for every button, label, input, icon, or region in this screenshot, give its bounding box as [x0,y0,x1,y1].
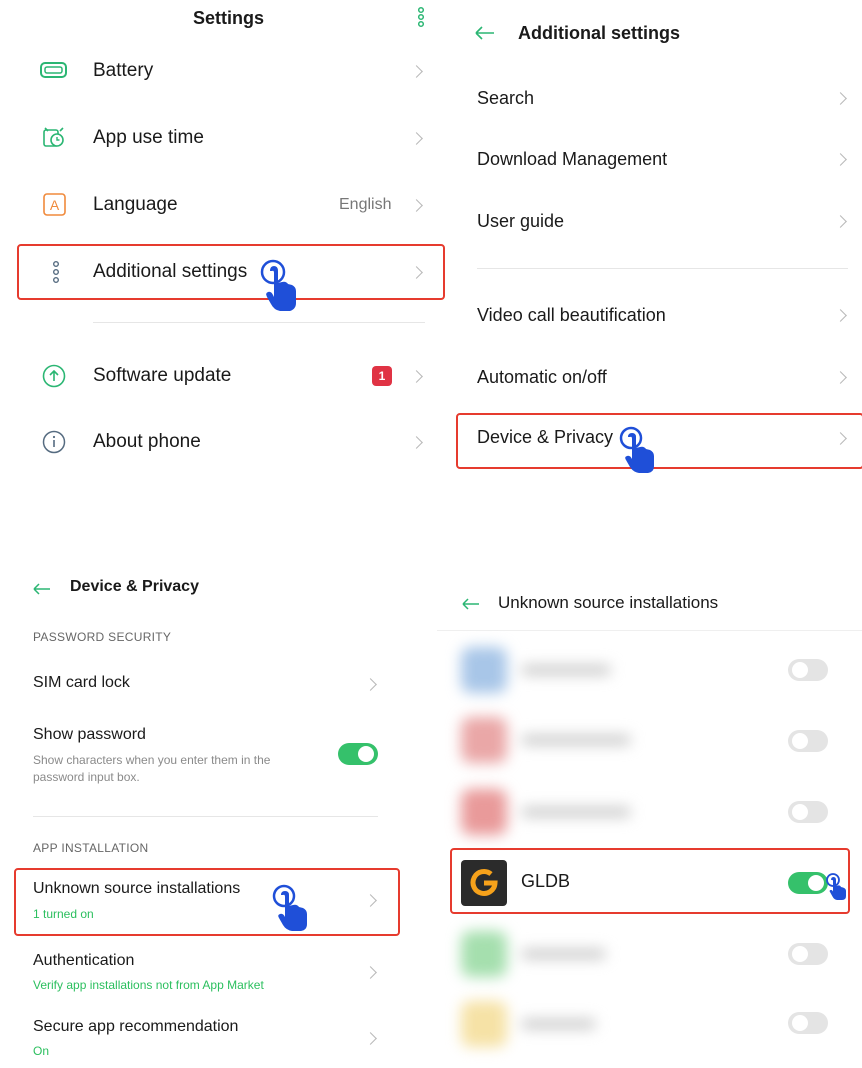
app-toggle[interactable] [788,1012,828,1034]
upload-icon [42,364,66,388]
chevron-right-icon [410,436,423,449]
show-password-toggle[interactable] [338,743,378,765]
divider [437,630,862,631]
settings-item-label: Software update [93,365,232,386]
sim-card-lock-item[interactable]: SIM card lock [0,664,410,704]
menu-item-label: Automatic on/off [477,367,607,387]
settings-item-label: App use time [93,127,204,148]
secure-app-recommendation-label: Secure app recommendation [33,1018,239,1035]
tap-hand-icon [619,426,654,473]
chevron-right-icon [410,132,423,145]
app-toggle[interactable] [788,730,828,752]
divider [93,322,425,323]
highlight-box [17,244,445,300]
settings-item-battery[interactable]: Battery [0,46,452,96]
chevron-right-icon [410,65,423,78]
settings-item-about-phone[interactable]: About phone [0,416,452,468]
chevron-right-icon [834,92,847,105]
tap-hand-icon [826,873,846,900]
app-toggle[interactable] [788,801,828,823]
menu-item-video-call-beautification[interactable]: Video call beautification [452,294,862,338]
menu-item-download-management[interactable]: Download Management [452,138,862,182]
language-icon: A [43,193,66,216]
page-title: Unknown source installations [498,593,719,612]
back-arrow-icon[interactable] [461,596,483,612]
menu-item-search[interactable]: Search [452,76,862,120]
show-password-description: Show characters when you enter them in t… [33,753,271,784]
clock-icon [43,127,64,147]
menu-item-label: Video call beautification [477,305,666,325]
info-icon [42,430,66,454]
language-value: English [339,196,392,213]
tap-hand-icon [260,259,296,311]
app-toggle[interactable] [788,659,828,681]
update-count-badge: 1 [372,366,392,386]
show-password-label: Show password [33,726,146,743]
settings-item-label: Language [93,194,178,215]
settings-item-label: Battery [93,60,154,81]
chevron-right-icon [410,199,423,212]
settings-item-label: About phone [93,431,201,452]
settings-panel: Settings Battery App use time A Language [0,0,452,478]
secure-app-recommendation-item[interactable]: Secure app recommendation On [0,1012,410,1064]
tap-hand-icon [272,884,307,931]
secure-app-recommendation-status: On [33,1044,50,1058]
menu-item-user-guide[interactable]: User guide [452,200,862,244]
additional-settings-panel: Additional settings Search Download Mana… [452,0,862,478]
chevron-right-icon [834,309,847,322]
authentication-item[interactable]: Authentication Verify app installations … [0,946,410,998]
chevron-right-icon [834,371,847,384]
page-title: Additional settings [518,23,680,43]
divider [477,268,848,269]
chevron-right-icon [364,678,377,691]
show-password-item: Show password Show characters when you e… [0,720,410,792]
back-arrow-icon[interactable] [32,581,54,597]
settings-item-app-use-time[interactable]: App use time [0,112,452,164]
svg-text:A: A [50,197,60,213]
unknown-source-installations-panel: Unknown source installations GLDB [437,570,862,1068]
battery-icon [40,62,67,78]
chevron-right-icon [364,966,377,979]
page-title: Settings [193,8,265,28]
chevron-right-icon [364,1032,377,1045]
section-header-password-security: PASSWORD SECURITY [33,630,172,644]
page-title: Device & Privacy [70,578,199,595]
highlight-box [14,868,400,936]
authentication-description: Verify app installations not from App Ma… [33,978,264,992]
chevron-right-icon [834,215,847,228]
back-arrow-icon[interactable] [474,25,496,41]
chevron-right-icon [410,370,423,383]
menu-item-automatic-on-off[interactable]: Automatic on/off [452,356,862,400]
menu-item-label: User guide [477,211,565,231]
chevron-right-icon [834,153,847,166]
sim-card-lock-label: SIM card lock [33,674,130,691]
authentication-label: Authentication [33,952,135,969]
more-options-icon[interactable] [415,6,427,28]
settings-item-language[interactable]: A Language English [0,180,452,230]
divider [33,816,378,817]
app-toggle[interactable] [788,943,828,965]
highlight-box [450,848,850,914]
section-header-app-installation: APP INSTALLATION [33,841,149,855]
menu-item-label: Download Management [477,149,668,169]
device-privacy-panel: Device & Privacy PASSWORD SECURITY SIM c… [0,560,410,1068]
menu-item-label: Search [477,88,535,108]
settings-item-software-update[interactable]: Software update 1 [0,350,452,402]
